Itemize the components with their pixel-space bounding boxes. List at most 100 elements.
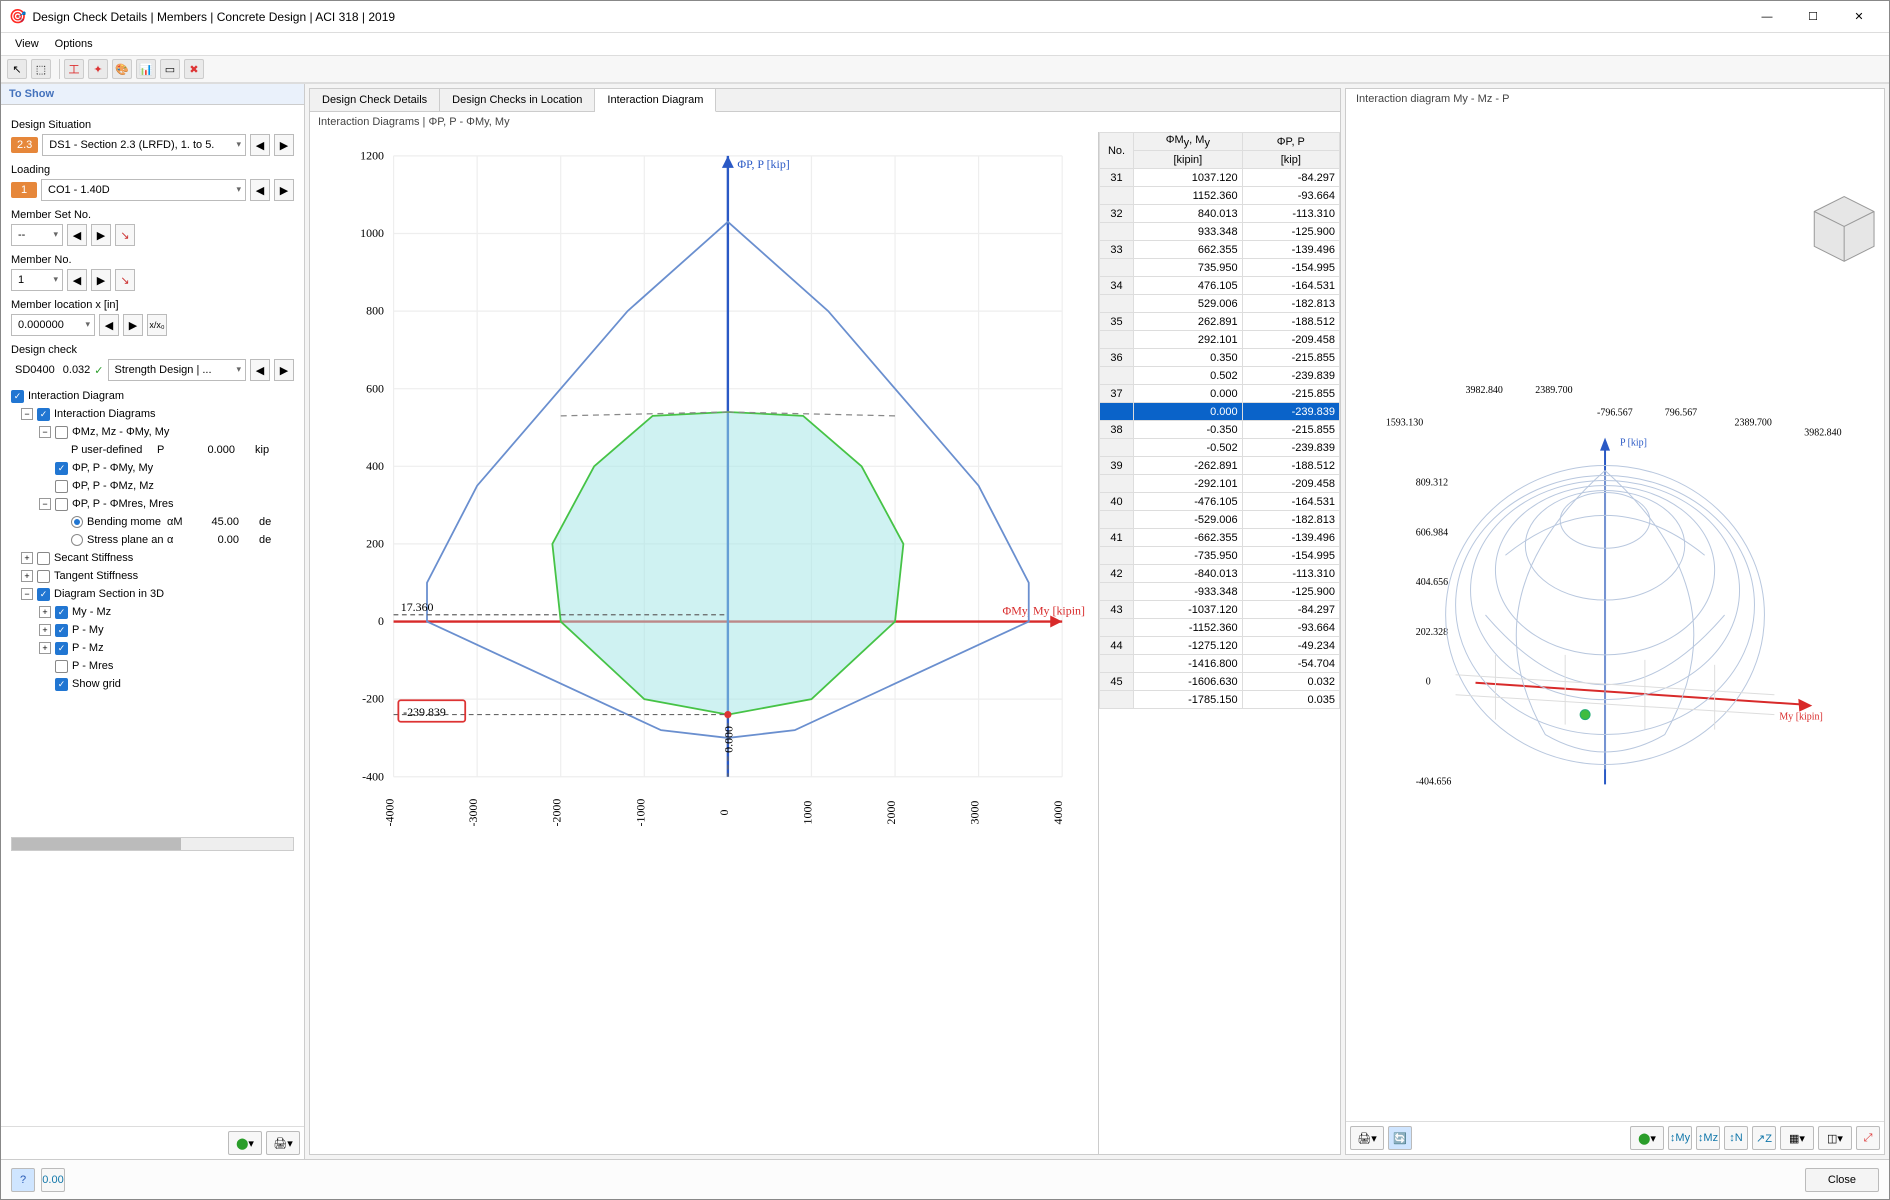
right-refresh-button[interactable]: 🔄: [1388, 1126, 1412, 1150]
tab-design-check-details[interactable]: Design Check Details: [310, 89, 440, 111]
expander[interactable]: +: [39, 624, 51, 636]
member-set-pick-button[interactable]: ↘: [115, 224, 135, 246]
table-row[interactable]: -933.348-125.900: [1100, 583, 1340, 601]
member-set-prev-button[interactable]: ◀: [67, 224, 87, 246]
expander[interactable]: +: [21, 570, 33, 582]
phip-mres-checkbox[interactable]: [55, 498, 68, 511]
axis-mz-button[interactable]: ↕Mz: [1696, 1126, 1720, 1150]
units-button[interactable]: 0.00: [41, 1168, 65, 1192]
table-row[interactable]: 292.101-209.458: [1100, 331, 1340, 349]
p-mres-checkbox[interactable]: [55, 660, 68, 673]
expander[interactable]: +: [39, 606, 51, 618]
table-row[interactable]: -1785.1500.035: [1100, 691, 1340, 709]
tool-delete-icon[interactable]: ✖: [184, 59, 204, 79]
diagram3d-checkbox[interactable]: [37, 588, 50, 601]
p-my-checkbox[interactable]: [55, 624, 68, 637]
axis-n-button[interactable]: ↕N: [1724, 1126, 1748, 1150]
table-row[interactable]: 735.950-154.995: [1100, 259, 1340, 277]
iso-button[interactable]: ◫▾: [1818, 1126, 1852, 1150]
table-row[interactable]: 933.348-125.900: [1100, 223, 1340, 241]
design-situation-select[interactable]: DS1 - Section 2.3 (LRFD), 1. to 5.▾: [42, 134, 246, 156]
tool-chart-icon[interactable]: 📊: [136, 59, 156, 79]
table-row[interactable]: 44-1275.120-49.234: [1100, 637, 1340, 655]
horizontal-scrollbar[interactable]: [11, 837, 294, 851]
fit-view-button[interactable]: ⤢: [1856, 1126, 1880, 1150]
member-set-select[interactable]: --▾: [11, 224, 63, 246]
member-set-next-button[interactable]: ▶: [91, 224, 111, 246]
print-button[interactable]: 🖨▾: [266, 1131, 300, 1155]
table-row[interactable]: -1152.360-93.664: [1100, 619, 1340, 637]
loading-select[interactable]: CO1 - 1.40D▾: [41, 179, 246, 201]
table-row[interactable]: 1152.360-93.664: [1100, 187, 1340, 205]
member-no-select[interactable]: 1▾: [11, 269, 63, 291]
tab-interaction-diagram[interactable]: Interaction Diagram: [595, 89, 716, 112]
close-window-button[interactable]: ✕: [1837, 3, 1881, 31]
table-row[interactable]: 39-262.891-188.512: [1100, 457, 1340, 475]
col-my[interactable]: ΦMy, My: [1134, 133, 1243, 151]
phimz-checkbox[interactable]: [55, 426, 68, 439]
table-row[interactable]: 529.006-182.813: [1100, 295, 1340, 313]
expander[interactable]: +: [39, 642, 51, 654]
phip-mz-checkbox[interactable]: [55, 480, 68, 493]
table-row[interactable]: 370.000-215.855: [1100, 385, 1340, 403]
minimize-button[interactable]: —: [1745, 3, 1789, 31]
member-no-next-button[interactable]: ▶: [91, 269, 111, 291]
table-row[interactable]: 43-1037.120-84.297: [1100, 601, 1340, 619]
design-check-select[interactable]: Strength Design | ...▾: [108, 359, 246, 381]
3d-viewport[interactable]: 1593.130 3982.840 2389.700 -796.567 796.…: [1346, 109, 1884, 1121]
design-check-prev-button[interactable]: ◀: [250, 359, 270, 381]
loading-next-button[interactable]: ▶: [274, 179, 294, 201]
axis-my-button[interactable]: ↕My: [1668, 1126, 1692, 1150]
col-no[interactable]: No.: [1100, 133, 1134, 169]
expander[interactable]: −: [39, 426, 51, 438]
member-location-prev-button[interactable]: ◀: [99, 314, 119, 336]
table-row[interactable]: -529.006-182.813: [1100, 511, 1340, 529]
my-mz-checkbox[interactable]: [55, 606, 68, 619]
view-style-button[interactable]: ⬤▾: [1630, 1126, 1664, 1150]
p-mz-checkbox[interactable]: [55, 642, 68, 655]
table-row[interactable]: 33662.355-139.496: [1100, 241, 1340, 259]
maximize-button[interactable]: ☐: [1791, 3, 1835, 31]
design-check-next-button[interactable]: ▶: [274, 359, 294, 381]
table-row[interactable]: -1416.800-54.704: [1100, 655, 1340, 673]
tool-cursor-icon[interactable]: ↖: [7, 59, 27, 79]
close-button[interactable]: Close: [1805, 1168, 1879, 1192]
member-no-pick-button[interactable]: ↘: [115, 269, 135, 291]
table-row[interactable]: 38-0.350-215.855: [1100, 421, 1340, 439]
tool-all-icon[interactable]: ⬚: [31, 59, 51, 79]
table-row[interactable]: -0.502-239.839: [1100, 439, 1340, 457]
table-row[interactable]: 311037.120-84.297: [1100, 169, 1340, 187]
bending-moment-radio[interactable]: [71, 516, 83, 528]
stress-plane-radio[interactable]: [71, 534, 83, 546]
design-situation-next-button[interactable]: ▶: [274, 134, 294, 156]
show-grid-checkbox[interactable]: [55, 678, 68, 691]
data-table[interactable]: No. ΦMy, My ΦP, P [kipin] [kip] 311037.1…: [1098, 132, 1340, 1154]
axis-z-button[interactable]: ↗Z: [1752, 1126, 1776, 1150]
table-row[interactable]: 40-476.105-164.531: [1100, 493, 1340, 511]
table-row[interactable]: 42-840.013-113.310: [1100, 565, 1340, 583]
col-p[interactable]: ΦP, P: [1242, 133, 1339, 151]
interaction-diagrams-checkbox[interactable]: [37, 408, 50, 421]
member-location-x0-button[interactable]: x/x₀: [147, 314, 167, 336]
help-button[interactable]: ?: [11, 1168, 35, 1192]
secant-checkbox[interactable]: [37, 552, 50, 565]
tangent-checkbox[interactable]: [37, 570, 50, 583]
tool-colors-icon[interactable]: 🎨: [112, 59, 132, 79]
table-row[interactable]: 45-1606.6300.032: [1100, 673, 1340, 691]
table-row[interactable]: 34476.105-164.531: [1100, 277, 1340, 295]
loading-prev-button[interactable]: ◀: [250, 179, 270, 201]
tab-design-checks-location[interactable]: Design Checks in Location: [440, 89, 595, 111]
right-print-button[interactable]: 🖨▾: [1350, 1126, 1384, 1150]
tool-result-icon[interactable]: ▭: [160, 59, 180, 79]
expander[interactable]: +: [21, 552, 33, 564]
expander[interactable]: −: [21, 588, 33, 600]
table-row[interactable]: 35262.891-188.512: [1100, 313, 1340, 331]
member-no-prev-button[interactable]: ◀: [67, 269, 87, 291]
export-button[interactable]: ⬤▾: [228, 1131, 262, 1155]
interaction-chart[interactable]: -4000-3000-2000-100001000200030004000-40…: [310, 132, 1098, 1154]
table-row[interactable]: 41-662.355-139.496: [1100, 529, 1340, 547]
member-location-input[interactable]: 0.000000▾: [11, 314, 95, 336]
expander[interactable]: −: [21, 408, 33, 420]
table-row[interactable]: -292.101-209.458: [1100, 475, 1340, 493]
menu-options[interactable]: Options: [47, 36, 101, 52]
